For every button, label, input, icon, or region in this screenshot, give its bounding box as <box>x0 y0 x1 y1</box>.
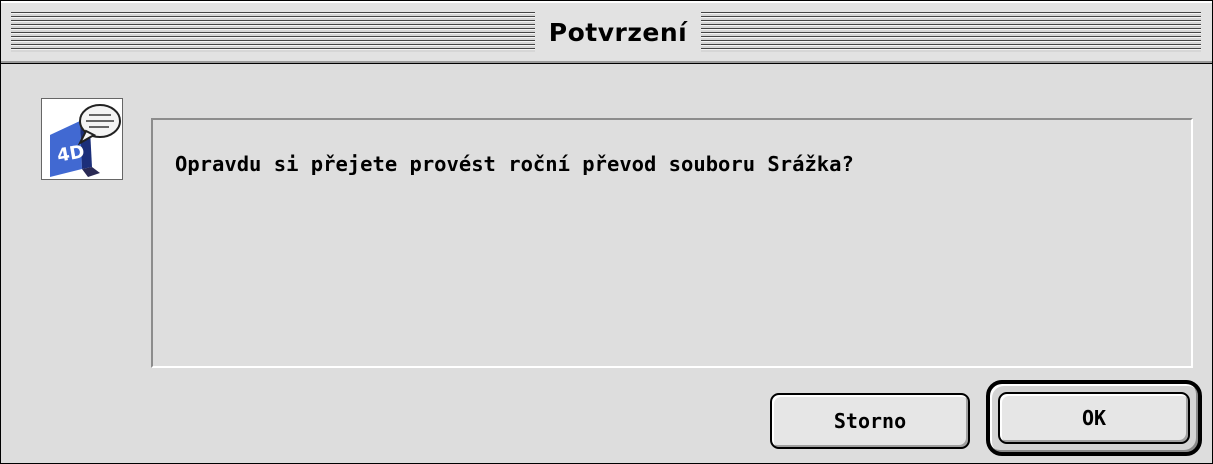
title-bar-stripes-right <box>701 12 1201 52</box>
ok-button[interactable]: OK <box>998 392 1190 444</box>
cancel-button[interactable]: Storno <box>770 393 970 449</box>
message-panel: Opravdu si přejete provést roční převod … <box>151 118 1193 368</box>
confirmation-message: Opravdu si přejete provést roční převod … <box>175 152 854 176</box>
window-title: Potvrzení <box>548 18 688 47</box>
confirmation-dialog: Potvrzení 4D Opravdu si přejete provést … <box>0 0 1213 464</box>
4d-app-speech-bubble-icon: 4D <box>41 98 123 180</box>
default-button-ring: OK <box>986 380 1202 456</box>
title-bar[interactable]: Potvrzení <box>1 1 1212 64</box>
title-bar-stripes-left <box>11 12 535 52</box>
